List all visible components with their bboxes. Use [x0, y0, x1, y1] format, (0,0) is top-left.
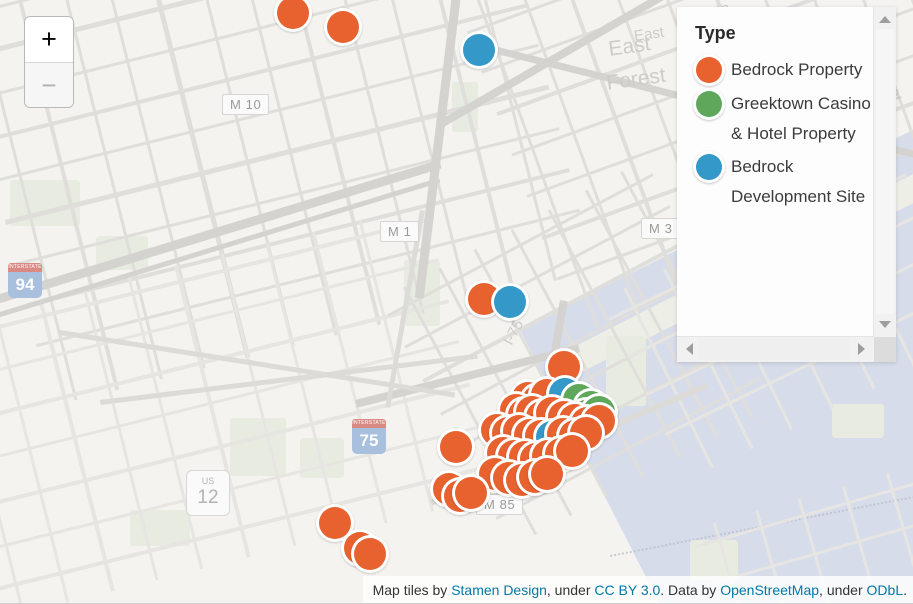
legend-swatch-blue-icon [693, 151, 725, 183]
map-marker-bedrock-development-site[interactable] [491, 283, 529, 321]
legend-scrollbar-corner [874, 337, 896, 362]
marker-dot-icon [354, 538, 386, 570]
map-marker-bedrock-property[interactable] [274, 0, 312, 32]
map-marker-bedrock-property[interactable] [528, 455, 566, 493]
marker-ring [351, 535, 389, 573]
legend-horizontal-scrollbar[interactable] [677, 336, 874, 362]
map-marker-bedrock-property[interactable] [437, 428, 475, 466]
legend-vertical-scroll-thumb[interactable] [876, 29, 894, 314]
map-attribution: Map tiles by Stamen Design, under CC BY … [362, 576, 913, 604]
marker-ring [491, 283, 529, 321]
zoom-in-button[interactable]: + [25, 17, 73, 62]
zoom-out-button[interactable]: − [25, 62, 73, 107]
marker-dot-icon [463, 34, 495, 66]
legend-item-greektown-casino-hotel-property[interactable]: Greektown Casino & Hotel Property [693, 88, 874, 149]
scroll-up-arrow-icon[interactable] [879, 16, 891, 23]
attribution-ccby-link[interactable]: CC BY 3.0 [594, 582, 660, 598]
marker-dot-icon [494, 286, 526, 318]
legend-item-label: Bedrock Property [731, 60, 863, 79]
attribution-stamen-link[interactable]: Stamen Design [451, 582, 547, 598]
zoom-control[interactable]: + − [24, 16, 74, 108]
legend-title: Type [695, 23, 736, 43]
attribution-prefix: Map tiles by [372, 582, 452, 598]
attribution-suffix: . [903, 582, 907, 598]
map-application: M 10 M 1 M 3 M 85 INTERSTATE 94 INTERSTA… [0, 0, 913, 604]
marker-dot-icon [277, 0, 309, 29]
marker-dot-icon [531, 458, 563, 490]
map-marker-bedrock-property[interactable] [452, 474, 490, 512]
scroll-down-arrow-icon[interactable] [879, 321, 891, 328]
attribution-mid1: , under [546, 582, 595, 598]
legend-content: Type Bedrock Property Greektown Casino &… [677, 7, 874, 337]
map-marker-bedrock-property[interactable] [351, 535, 389, 573]
marker-ring [528, 455, 566, 493]
marker-ring [452, 474, 490, 512]
scroll-left-arrow-icon[interactable] [686, 343, 693, 355]
legend-swatch-orange-icon [693, 54, 725, 86]
marker-ring [274, 0, 312, 32]
attribution-osm-link[interactable]: OpenStreetMap [720, 582, 819, 598]
legend-item-label: Bedrock Development Site [731, 157, 866, 206]
legend-swatch-green-icon [693, 88, 725, 120]
map-marker-bedrock-property[interactable] [324, 8, 362, 46]
legend-vertical-scrollbar[interactable] [873, 7, 896, 337]
marker-ring [437, 428, 475, 466]
scroll-right-arrow-icon[interactable] [858, 343, 865, 355]
legend-item-bedrock-property[interactable]: Bedrock Property [693, 54, 874, 86]
marker-dot-icon [455, 477, 487, 509]
attribution-odbl-link[interactable]: ODbL [867, 582, 904, 598]
marker-ring [460, 31, 498, 69]
legend-panel: Type Bedrock Property Greektown Casino &… [677, 7, 896, 362]
marker-dot-icon [327, 11, 359, 43]
legend-horizontal-scroll-thumb[interactable] [699, 339, 849, 360]
marker-dot-icon [440, 431, 472, 463]
legend-item-bedrock-development-site[interactable]: Bedrock Development Site [693, 151, 874, 212]
attribution-mid3: , under [819, 582, 867, 598]
legend-item-label: Greektown Casino & Hotel Property [731, 94, 871, 143]
marker-ring [324, 8, 362, 46]
map-marker-bedrock-development-site[interactable] [460, 31, 498, 69]
attribution-mid2: . Data by [660, 582, 721, 598]
